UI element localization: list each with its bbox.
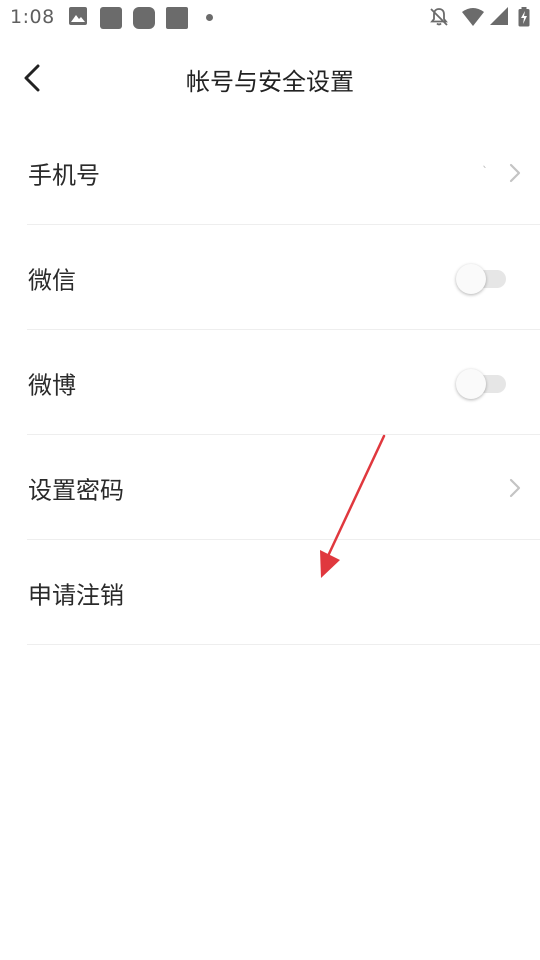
battery-charging-icon <box>518 7 530 27</box>
status-time: 1:08 <box>10 6 55 28</box>
toggle-knob <box>456 263 486 294</box>
toggle-knob <box>456 368 486 399</box>
more-dot-icon <box>206 14 213 21</box>
notification-square-icon <box>133 7 155 29</box>
settings-list: 手机号 ` 微信 微博 设置密码 申请注销 <box>0 120 540 645</box>
phone-value: ` <box>482 164 488 179</box>
settings-item-delete-account[interactable]: 申请注销 <box>0 540 540 645</box>
settings-item-phone[interactable]: 手机号 ` <box>0 120 540 225</box>
chevron-right-icon <box>509 478 521 497</box>
settings-item-wechat[interactable]: 微信 <box>0 225 540 330</box>
settings-item-label: 申请注销 <box>28 581 124 609</box>
chevron-right-icon <box>509 163 521 182</box>
divider <box>27 644 540 645</box>
header: 帐号与安全设置 <box>0 40 540 116</box>
bell-off-icon <box>430 8 448 26</box>
settings-item-set-password[interactable]: 设置密码 <box>0 435 540 540</box>
photo-icon <box>69 7 87 25</box>
notification-square-icon <box>166 7 188 29</box>
settings-item-weibo[interactable]: 微博 <box>0 330 540 435</box>
wifi-icon <box>462 8 484 26</box>
settings-item-label: 微信 <box>28 266 76 294</box>
weibo-toggle[interactable] <box>456 368 506 399</box>
page-title: 帐号与安全设置 <box>186 68 354 96</box>
status-bar: 1:08 <box>0 0 540 36</box>
settings-item-label: 微博 <box>28 371 76 399</box>
wechat-toggle[interactable] <box>456 263 506 294</box>
notification-square-icon <box>100 7 122 29</box>
settings-item-label: 设置密码 <box>28 476 124 504</box>
signal-icon <box>490 7 508 25</box>
settings-item-label: 手机号 <box>28 161 100 189</box>
screen: 1:08 帐号与安全设置 手机号 ` 微信 微博 设置密码 申请注销 <box>0 0 540 960</box>
